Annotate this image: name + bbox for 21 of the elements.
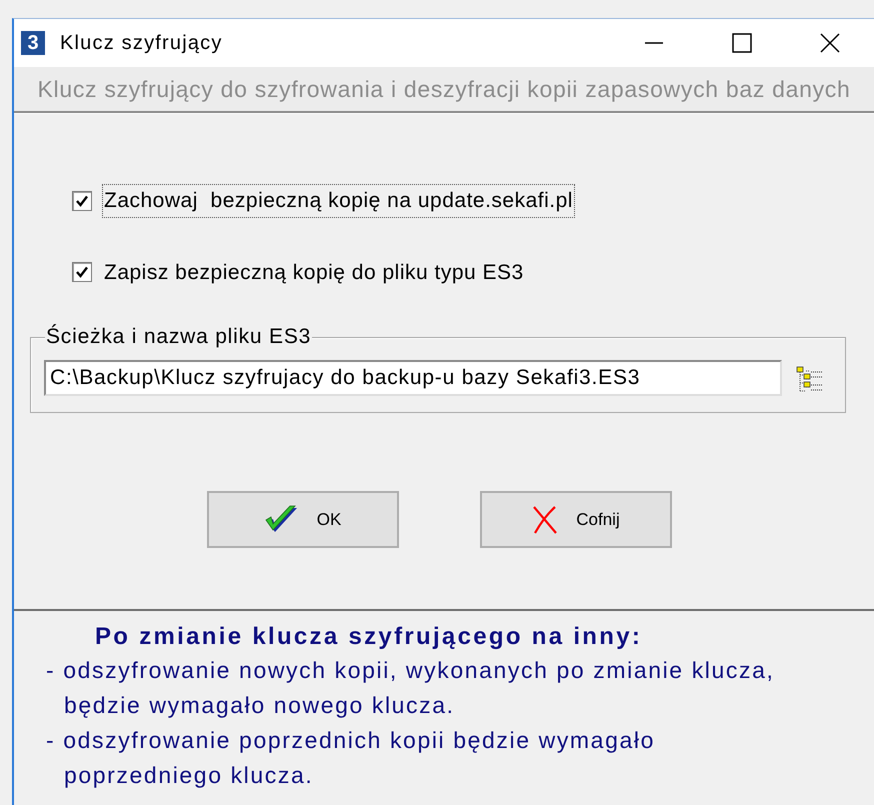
app-icon: 3: [21, 31, 45, 55]
cross-icon: [532, 504, 558, 534]
maximize-icon: [731, 32, 753, 54]
checkbox[interactable]: [72, 190, 92, 211]
dialog-subtitle: Klucz szyfrujący do szyfrowania i deszyfracji kopii zapasowych baz danych: [38, 74, 850, 104]
checkmark-icon: [75, 265, 89, 280]
path-field[interactable]: C:\Backup\Klucz szyfrujacy do backup-u bazy Sekafi3.ES3: [44, 360, 782, 396]
notes-heading: Po zmianie klucza szyfrującego na inny:: [95, 622, 644, 652]
checkmark-icon: [75, 194, 89, 208]
minimize-icon: [645, 42, 663, 44]
checkmark-icon: [264, 504, 299, 534]
note-text: - odszyfrowanie poprzednich kopii będzie wymagało poprzedniego klucza.: [46, 726, 656, 790]
checkbox[interactable]: [72, 262, 92, 282]
checkbox-label[interactable]: Zapisz bezpieczną kopię do pliku typu ES3: [102, 256, 526, 289]
cancel-button[interactable]: Cofnij: [480, 491, 672, 548]
checkbox-label[interactable]: Zachowaj bezpieczną kopię na update.sekafi.pl: [102, 184, 575, 218]
note-text: - odszyfrowanie nowych kopii, wykonanych po zmianie klucza, będzie wymagało nowego klucza.: [46, 656, 776, 720]
group-label: Ścieżka i nazwa pliku ES3: [45, 325, 312, 349]
close-icon: [819, 32, 841, 54]
window-title: Klucz szyfrujący: [60, 31, 223, 56]
ok-button[interactable]: OK: [207, 491, 399, 548]
